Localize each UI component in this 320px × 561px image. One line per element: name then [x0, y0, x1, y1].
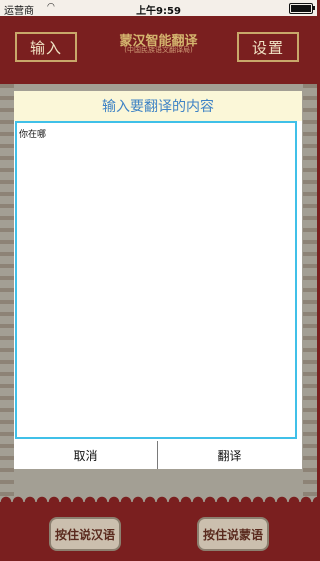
status-time: 上午9:59 [136, 6, 181, 17]
input-button[interactable]: 输入 [15, 32, 77, 62]
decorative-edge-right [303, 84, 317, 502]
translate-input-dialog: 输入要翻译的内容 你在哪 取消 翻译 [14, 91, 302, 469]
settings-button[interactable]: 设置 [237, 32, 299, 62]
app-subtitle: (中国民族语文翻译局) [124, 46, 193, 54]
dialog-title: 输入要翻译的内容 [14, 91, 302, 121]
battery-fill [291, 5, 311, 12]
translation-text-input[interactable]: 你在哪 [15, 121, 297, 439]
hold-to-speak-mongolian-button[interactable]: 按住说蒙语 [197, 517, 269, 551]
translate-button[interactable]: 翻译 [158, 441, 301, 469]
battery-icon [289, 3, 315, 14]
scalloped-border-bottom [0, 494, 317, 502]
cancel-button[interactable]: 取消 [14, 441, 158, 469]
scalloped-border-top [0, 76, 317, 84]
status-bar: 运营商 ◠ 上午9:59 [0, 0, 317, 17]
footer-bar [0, 502, 317, 561]
hold-to-speak-chinese-button[interactable]: 按住说汉语 [49, 517, 121, 551]
decorative-edge-left [0, 84, 14, 502]
